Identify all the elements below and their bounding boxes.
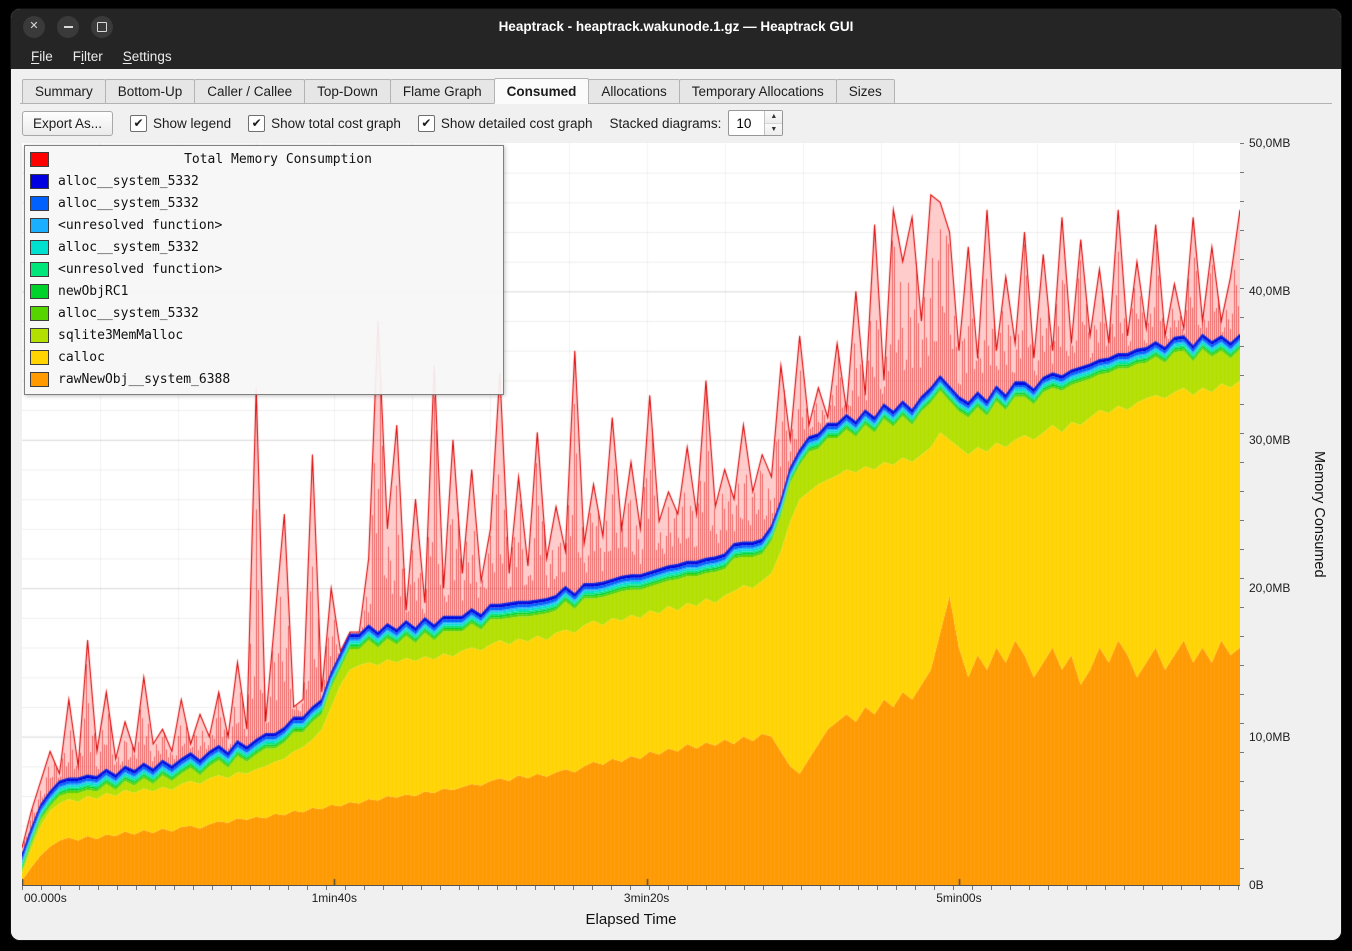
legend-item: calloc <box>30 346 498 368</box>
legend-swatch <box>30 262 49 277</box>
show-detailed-cost-label: Show detailed cost graph <box>441 116 593 131</box>
maximize-icon <box>97 22 107 32</box>
spin-down-button[interactable]: ▼ <box>765 123 782 136</box>
show-total-cost-checkbox-group[interactable]: ✔ Show total cost graph <box>248 115 401 132</box>
y-axis: 0B 10,0MB 20,0MB 30,0MB 40,0MB 50,0MB <box>1240 143 1306 886</box>
window-title: Heaptrack - heaptrack.wakunode.1.gz — He… <box>11 19 1341 34</box>
y-axis-title-area: Memory Consumed <box>1306 143 1332 886</box>
legend-item: alloc__system_5332 <box>30 192 498 214</box>
show-detailed-cost-checkbox-group[interactable]: ✔ Show detailed cost graph <box>418 115 593 132</box>
spin-buttons: ▲ ▼ <box>764 111 782 135</box>
tab-top-down[interactable]: Top-Down <box>304 79 391 104</box>
close-button[interactable]: ✕ <box>23 16 45 38</box>
tab-caller-callee[interactable]: Caller / Callee <box>194 79 305 104</box>
show-detailed-cost-checkbox[interactable]: ✔ <box>418 115 435 132</box>
y-tick-label: 0B <box>1249 878 1264 892</box>
tab-summary[interactable]: Summary <box>22 79 106 104</box>
legend-swatch <box>30 284 49 299</box>
menu-filter[interactable]: Filter <box>63 47 113 66</box>
y-tick-label: 30,0MB <box>1249 433 1290 447</box>
legend-swatch <box>30 328 49 343</box>
menu-settings[interactable]: Settings <box>113 47 182 66</box>
maximize-button[interactable] <box>91 16 113 38</box>
window-controls: ✕ <box>23 16 113 38</box>
stacked-diagrams-spinbox[interactable]: 10 ▲ ▼ <box>728 110 783 136</box>
tabbar: Summary Bottom-Up Caller / Callee Top-Do… <box>20 75 1332 104</box>
show-total-cost-label: Show total cost graph <box>271 116 401 131</box>
menubar: File Filter Settings <box>11 44 1341 69</box>
export-as-button[interactable]: Export As... <box>22 111 113 136</box>
legend-item: rawNewObj__system_6388 <box>30 368 498 390</box>
tab-bottom-up[interactable]: Bottom-Up <box>105 79 196 104</box>
legend-swatch <box>30 372 49 387</box>
legend-title-row: Total Memory Consumption <box>30 148 498 170</box>
chart-plot-area[interactable]: Total Memory Consumption alloc__system_5… <box>22 143 1240 886</box>
y-tick-label: 40,0MB <box>1249 284 1290 298</box>
stacked-diagrams-value[interactable]: 10 <box>729 111 764 135</box>
x-tick-label: 00.000s <box>24 891 67 905</box>
legend-item: newObjRC1 <box>30 280 498 302</box>
legend-item: <unresolved function> <box>30 258 498 280</box>
stacked-diagrams-label: Stacked diagrams: <box>610 116 722 131</box>
legend-swatch <box>30 350 49 365</box>
legend-item: alloc__system_5332 <box>30 170 498 192</box>
minimize-icon <box>64 26 73 28</box>
chart-legend: Total Memory Consumption alloc__system_5… <box>24 145 504 395</box>
memory-consumption-chart: Total Memory Consumption alloc__system_5… <box>22 143 1332 936</box>
y-axis-title: Memory Consumed <box>1311 451 1327 578</box>
legend-swatch <box>30 218 49 233</box>
y-tick-label: 10,0MB <box>1249 730 1290 744</box>
tab-flame-graph[interactable]: Flame Graph <box>390 79 495 104</box>
legend-swatch <box>30 174 49 189</box>
legend-swatch <box>30 240 49 255</box>
tab-temporary-allocations[interactable]: Temporary Allocations <box>679 79 837 104</box>
close-icon: ✕ <box>29 21 38 32</box>
legend-swatch <box>30 196 49 211</box>
legend-item: alloc__system_5332 <box>30 302 498 324</box>
x-tick-label: 3min20s <box>624 891 669 905</box>
menu-file[interactable]: File <box>21 47 63 66</box>
tab-consumed[interactable]: Consumed <box>494 78 590 104</box>
x-axis: 00.000s 1min40s 3min20s 5min00s <box>22 886 1240 906</box>
spin-up-button[interactable]: ▲ <box>765 111 782 123</box>
app-window: ✕ Heaptrack - heaptrack.wakunode.1.gz — … <box>10 8 1342 941</box>
x-tick-label: 1min40s <box>312 891 357 905</box>
toolbar: Export As... ✔ Show legend ✔ Show total … <box>20 104 1332 143</box>
y-tick-label: 20,0MB <box>1249 581 1290 595</box>
legend-swatch <box>30 306 49 321</box>
tab-allocations[interactable]: Allocations <box>588 79 679 104</box>
legend-item: sqlite3MemMalloc <box>30 324 498 346</box>
show-legend-checkbox[interactable]: ✔ <box>130 115 147 132</box>
x-tick-label: 5min00s <box>936 891 981 905</box>
legend-item: alloc__system_5332 <box>30 236 498 258</box>
y-tick-label: 50,0MB <box>1249 136 1290 150</box>
content: Summary Bottom-Up Caller / Callee Top-Do… <box>11 69 1341 940</box>
x-axis-title: Elapsed Time <box>22 906 1240 936</box>
legend-item: <unresolved function> <box>30 214 498 236</box>
show-legend-checkbox-group[interactable]: ✔ Show legend <box>130 115 231 132</box>
show-total-cost-checkbox[interactable]: ✔ <box>248 115 265 132</box>
minimize-button[interactable] <box>57 16 79 38</box>
tab-sizes[interactable]: Sizes <box>836 79 895 104</box>
legend-title: Total Memory Consumption <box>58 152 498 167</box>
show-legend-label: Show legend <box>153 116 231 131</box>
titlebar: ✕ Heaptrack - heaptrack.wakunode.1.gz — … <box>11 9 1341 44</box>
legend-title-swatch <box>30 152 49 167</box>
